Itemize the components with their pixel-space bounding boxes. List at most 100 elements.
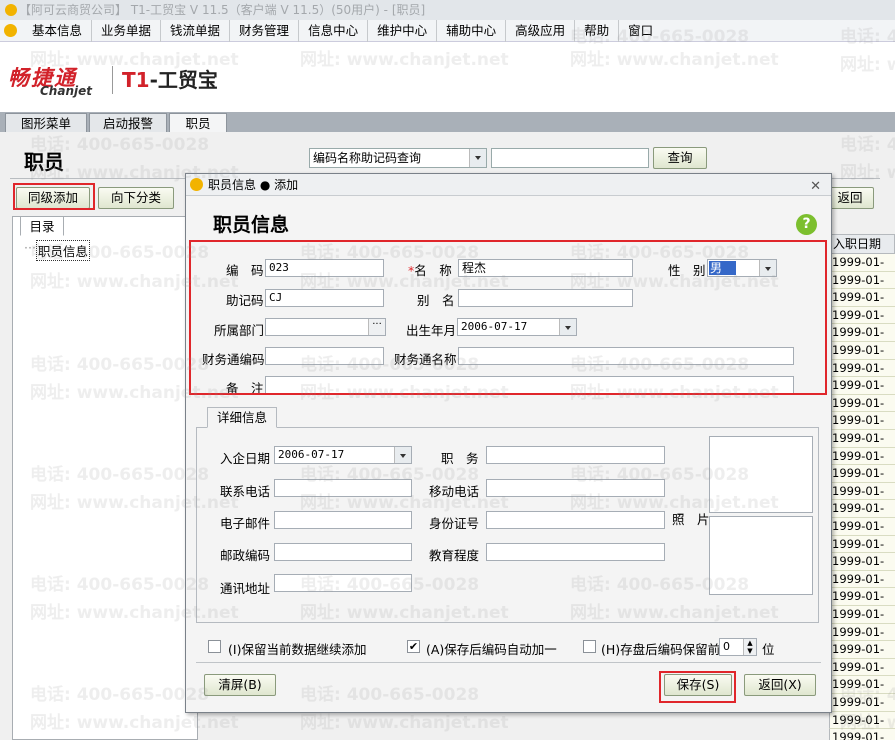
close-icon[interactable]: ✕	[810, 176, 821, 198]
tree-tab-catalog[interactable]: 目录	[20, 216, 64, 236]
menu-advanced[interactable]: 高级应用	[506, 19, 576, 42]
phone-field[interactable]	[274, 479, 412, 497]
brand-logo-en: Chanjet	[40, 84, 92, 98]
grid-cell-join-date[interactable]: 1999-01-01	[829, 324, 895, 356]
grid-cell-join-date[interactable]: 1999-01-01	[829, 641, 895, 673]
query-button[interactable]: 查询	[653, 147, 707, 169]
dialog-title-bar: 职员信息 ● 添加 ✕	[186, 174, 831, 196]
dialog-back-button[interactable]: 返回(X)	[744, 674, 816, 696]
grid-cell-join-date[interactable]: 1999-01-01	[829, 658, 895, 691]
grid-cell-join-date[interactable]: 1999-01-01	[829, 570, 895, 603]
grid-cell-join-date[interactable]: 1999-01-01	[829, 254, 895, 286]
page-title: 职员	[24, 150, 64, 174]
grid-cell-join-date[interactable]: 1999-01-01	[829, 518, 895, 550]
add-same-level-button[interactable]: 同级添加	[16, 187, 90, 209]
mobile-field[interactable]	[486, 479, 665, 497]
grid-cell-join-date[interactable]: 1999-01-01	[829, 465, 895, 497]
grid-cell-join-date[interactable]: 1999-01-01	[829, 394, 895, 427]
grid-cell-join-date[interactable]: 1999-01-01	[829, 694, 895, 726]
calendar-dropdown-icon[interactable]	[559, 319, 576, 335]
join-date-label: 入企日期	[220, 451, 271, 466]
code-label: 编 码	[226, 263, 264, 278]
grid-cell-join-date[interactable]: 1999-01-01	[829, 359, 895, 392]
grid-cell-join-date[interactable]: 1999-01-01	[829, 623, 895, 656]
menu-business-docs[interactable]: 业务单据	[92, 19, 162, 42]
dialog-app-icon	[190, 178, 203, 191]
grid-cell-join-date[interactable]: 1999-01-01	[829, 553, 895, 585]
email-field[interactable]	[274, 511, 412, 529]
finance-code-field[interactable]	[265, 347, 384, 365]
menu-info-center[interactable]: 信息中心	[299, 19, 369, 42]
menu-basic-info[interactable]: 基本信息	[23, 19, 93, 42]
note-field[interactable]	[265, 376, 794, 394]
name-field[interactable]: 程杰	[458, 259, 633, 277]
grid-header-join-date[interactable]: 入职日期	[829, 234, 895, 254]
grid-cell-join-date[interactable]: 1999-01-01	[829, 412, 895, 444]
search-input[interactable]	[491, 148, 649, 168]
chevron-down-icon[interactable]	[759, 260, 776, 276]
digits-unit-label: 位	[762, 642, 775, 657]
search-mode-select[interactable]: 编码名称助记码查询	[309, 148, 487, 168]
menu-cashflow-docs[interactable]: 钱流单据	[161, 19, 231, 42]
tab-startup-alerts[interactable]: 启动报警	[89, 113, 167, 132]
auto-increment-checkbox[interactable]: ✔	[407, 640, 420, 653]
grid-cell-join-date[interactable]: 1999-01-01	[829, 588, 895, 620]
grid-cell-join-date[interactable]: 1999-01-01	[829, 377, 895, 409]
tab-employees[interactable]: 职员	[169, 113, 227, 132]
id-number-field[interactable]	[486, 511, 665, 529]
code-field[interactable]: 023	[265, 259, 384, 277]
tab-graphic-menu[interactable]: 图形菜单	[5, 113, 87, 132]
dept-field[interactable]: ···	[265, 318, 386, 336]
photo-preview[interactable]	[709, 436, 813, 513]
spinner-arrows-icon[interactable]: ▲ ▼	[743, 639, 756, 655]
browse-ellipsis-icon[interactable]: ···	[368, 319, 385, 335]
gender-select[interactable]: 男	[707, 259, 777, 277]
app-icon	[5, 4, 17, 16]
dialog-divider	[196, 240, 821, 241]
alias-field[interactable]	[458, 289, 633, 307]
grid-cell-join-date[interactable]: 1999-01-01	[829, 535, 895, 568]
join-date-field[interactable]: 2006-07-17	[274, 446, 412, 464]
photo-upload-area[interactable]	[709, 516, 813, 595]
grid-cell-join-date[interactable]: 1999-01-01	[829, 676, 895, 708]
prefix-digits-spinner[interactable]: 0 ▲ ▼	[719, 638, 757, 656]
page-back-button[interactable]: 返回	[826, 187, 874, 209]
mnemonic-field[interactable]: CJ	[265, 289, 384, 307]
keep-prefix-label: (H)存盘后编码保留前	[601, 642, 721, 657]
birth-date-field[interactable]: 2006-07-17	[457, 318, 577, 336]
grid-cell-join-date[interactable]: 1999-01-01	[829, 711, 895, 740]
finance-name-field[interactable]	[458, 347, 794, 365]
menu-window[interactable]: 窗口	[619, 20, 662, 42]
save-button[interactable]: 保存(S)	[664, 674, 732, 696]
address-field[interactable]	[274, 574, 412, 592]
tab-detail-info[interactable]: 详细信息	[207, 407, 277, 428]
grid-cell-join-date[interactable]: 1999-01-01	[829, 306, 895, 339]
menu-maintenance[interactable]: 维护中心	[368, 19, 438, 42]
grid-cell-join-date[interactable]: 1999-01-01	[829, 500, 895, 532]
grid-cell-join-date[interactable]: 1999-01-01	[829, 430, 895, 462]
grid-cell-join-date[interactable]: 1999-01-01	[829, 729, 895, 740]
help-icon[interactable]: ?	[796, 214, 817, 235]
calendar-dropdown-icon[interactable]	[394, 447, 411, 463]
menu-assist[interactable]: 辅助中心	[437, 19, 507, 42]
grid-cell-join-date[interactable]: 1999-01-01	[829, 289, 895, 321]
education-field[interactable]	[486, 543, 665, 561]
grid-cell-join-date[interactable]: 1999-01-01	[829, 447, 895, 480]
clear-screen-button[interactable]: 清屏(B)	[204, 674, 276, 696]
zip-field[interactable]	[274, 543, 412, 561]
grid-cell-join-date[interactable]: 1999-01-01	[829, 482, 895, 515]
tree-node-employee-info[interactable]: ··· 职员信息	[24, 240, 90, 261]
position-field[interactable]	[486, 446, 665, 464]
keep-prefix-checkbox[interactable]	[583, 640, 596, 653]
menu-finance[interactable]: 财务管理	[230, 19, 300, 42]
chevron-down-icon[interactable]	[469, 149, 486, 167]
add-child-category-button[interactable]: 向下分类	[98, 187, 174, 209]
grid-cell-join-date[interactable]: 1999-01-01	[829, 342, 895, 374]
keep-data-checkbox[interactable]	[208, 640, 221, 653]
grid-cell-join-date[interactable]: 1999-01-01	[829, 606, 895, 638]
menu-help[interactable]: 帮助	[575, 19, 620, 42]
grid-cell-join-date[interactable]: 1999-01-01	[829, 271, 895, 304]
dialog-title: 职员信息 ● 添加	[208, 178, 299, 192]
app-menu-icon[interactable]	[4, 24, 17, 37]
check-icon: ✔	[408, 640, 419, 653]
